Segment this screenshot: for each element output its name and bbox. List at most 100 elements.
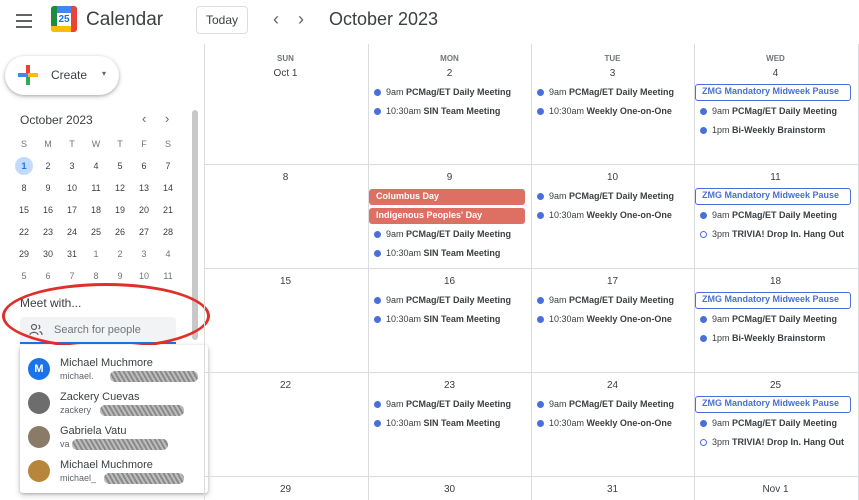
calendar-event[interactable]: 10:30am SIN Team Meeting bbox=[369, 246, 527, 261]
date-number[interactable]: 3 bbox=[531, 68, 694, 79]
date-number[interactable]: 8 bbox=[204, 172, 367, 183]
mini-calendar-day[interactable]: 16 bbox=[36, 199, 60, 221]
next-period-icon[interactable]: › bbox=[291, 8, 311, 30]
calendar-event[interactable]: 9am PCMag/ET Daily Meeting bbox=[532, 397, 690, 412]
all-day-event[interactable]: ZMG Mandatory Midweek Pause bbox=[695, 84, 851, 101]
mini-calendar-day[interactable]: 31 bbox=[60, 243, 84, 265]
person-suggestion[interactable]: Michael Muchmore michael_ bbox=[20, 453, 208, 487]
mini-calendar-day[interactable]: 2 bbox=[108, 243, 132, 265]
calendar-event[interactable]: 10:30am Weekly One-on-One bbox=[532, 416, 690, 431]
mini-calendar-day[interactable]: 18 bbox=[84, 199, 108, 221]
mini-calendar-day[interactable]: 26 bbox=[108, 221, 132, 243]
mini-calendar-day[interactable]: 17 bbox=[60, 199, 84, 221]
date-number[interactable]: 11 bbox=[694, 172, 857, 183]
sidebar-scrollbar[interactable] bbox=[192, 110, 198, 340]
mini-calendar-day[interactable]: 3 bbox=[60, 155, 84, 177]
date-number[interactable]: 9 bbox=[368, 172, 531, 183]
calendar-event[interactable]: 9am PCMag/ET Daily Meeting bbox=[695, 312, 853, 327]
calendar-event[interactable]: 9am PCMag/ET Daily Meeting bbox=[369, 227, 527, 242]
mini-calendar-day[interactable]: 11 bbox=[156, 265, 180, 287]
today-button[interactable]: Today bbox=[196, 6, 248, 34]
calendar-event[interactable]: 3pm TRIVIA! Drop In. Hang Out bbox=[695, 435, 853, 450]
mini-calendar-day[interactable]: 2 bbox=[36, 155, 60, 177]
holiday-event[interactable]: Columbus Day bbox=[369, 189, 525, 205]
mini-calendar-day[interactable]: 5 bbox=[108, 155, 132, 177]
mini-calendar-day[interactable]: 25 bbox=[84, 221, 108, 243]
mini-calendar-day[interactable]: 20 bbox=[132, 199, 156, 221]
mini-calendar-day[interactable]: 23 bbox=[36, 221, 60, 243]
calendar-event[interactable]: 9am PCMag/ET Daily Meeting bbox=[695, 416, 853, 431]
all-day-event[interactable]: ZMG Mandatory Midweek Pause bbox=[695, 396, 851, 413]
mini-calendar-day[interactable]: 5 bbox=[12, 265, 36, 287]
calendar-event[interactable]: 10:30am Weekly One-on-One bbox=[532, 312, 690, 327]
date-number[interactable]: 18 bbox=[694, 276, 857, 287]
mini-prev-month-icon[interactable]: ‹ bbox=[142, 111, 146, 126]
calendar-event[interactable]: 9am PCMag/ET Daily Meeting bbox=[369, 85, 527, 100]
mini-calendar-day[interactable]: 9 bbox=[36, 177, 60, 199]
all-day-event[interactable]: ZMG Mandatory Midweek Pause bbox=[695, 292, 851, 309]
mini-calendar-day[interactable]: 1 bbox=[84, 243, 108, 265]
mini-calendar-day[interactable]: 15 bbox=[12, 199, 36, 221]
date-number[interactable]: Nov 1 bbox=[694, 484, 857, 495]
mini-calendar-day[interactable]: 19 bbox=[108, 199, 132, 221]
calendar-event[interactable]: 9am PCMag/ET Daily Meeting bbox=[695, 104, 853, 119]
date-number[interactable]: 4 bbox=[694, 68, 857, 79]
holiday-event[interactable]: Indigenous Peoples' Day bbox=[369, 208, 525, 224]
date-number[interactable]: 2 bbox=[368, 68, 531, 79]
date-number[interactable]: 10 bbox=[531, 172, 694, 183]
date-number[interactable]: 22 bbox=[204, 380, 367, 391]
calendar-event[interactable]: 3pm TRIVIA! Drop In. Hang Out bbox=[695, 227, 853, 242]
mini-calendar-day[interactable]: 6 bbox=[36, 265, 60, 287]
calendar-event[interactable]: 10:30am SIN Team Meeting bbox=[369, 104, 527, 119]
mini-calendar-day[interactable]: 28 bbox=[156, 221, 180, 243]
date-number[interactable]: 23 bbox=[368, 380, 531, 391]
date-number[interactable]: Oct 1 bbox=[204, 68, 367, 79]
calendar-event[interactable]: 9am PCMag/ET Daily Meeting bbox=[532, 189, 690, 204]
calendar-event[interactable]: 1pm Bi-Weekly Brainstorm bbox=[695, 123, 853, 138]
date-number[interactable]: 25 bbox=[694, 380, 857, 391]
all-day-event[interactable]: ZMG Mandatory Midweek Pause bbox=[695, 188, 851, 205]
date-number[interactable]: 17 bbox=[531, 276, 694, 287]
mini-calendar-day[interactable]: 27 bbox=[132, 221, 156, 243]
calendar-event[interactable]: 9am PCMag/ET Daily Meeting bbox=[369, 293, 527, 308]
calendar-event[interactable]: 9am PCMag/ET Daily Meeting bbox=[695, 208, 853, 223]
mini-calendar-day[interactable]: 14 bbox=[156, 177, 180, 199]
date-number[interactable]: 31 bbox=[531, 484, 694, 495]
calendar-event[interactable]: 10:30am Weekly One-on-One bbox=[532, 208, 690, 223]
mini-calendar-day[interactable]: 21 bbox=[156, 199, 180, 221]
mini-calendar-day[interactable]: 4 bbox=[84, 155, 108, 177]
mini-calendar-day[interactable]: 10 bbox=[132, 265, 156, 287]
search-people-input[interactable]: Search for people bbox=[20, 317, 176, 344]
mini-calendar-day[interactable]: 22 bbox=[12, 221, 36, 243]
mini-calendar-day[interactable]: 13 bbox=[132, 177, 156, 199]
mini-calendar-day[interactable]: 7 bbox=[60, 265, 84, 287]
mini-calendar-day[interactable]: 24 bbox=[60, 221, 84, 243]
previous-period-icon[interactable]: ‹ bbox=[266, 8, 286, 30]
person-suggestion[interactable]: Zackery Cuevas zackery bbox=[20, 385, 208, 419]
mini-calendar-day[interactable]: 10 bbox=[60, 177, 84, 199]
mini-calendar-day[interactable]: 4 bbox=[156, 243, 180, 265]
calendar-event[interactable]: 10:30am SIN Team Meeting bbox=[369, 312, 527, 327]
person-suggestion[interactable]: M Michael Muchmore michael. bbox=[20, 351, 208, 385]
mini-calendar-day[interactable]: 29 bbox=[12, 243, 36, 265]
main-menu-icon[interactable] bbox=[14, 11, 36, 31]
person-suggestion[interactable]: Gabriela Vatu va bbox=[20, 419, 208, 453]
mini-calendar-day[interactable]: 3 bbox=[132, 243, 156, 265]
mini-calendar-day[interactable]: 11 bbox=[84, 177, 108, 199]
calendar-event[interactable]: 9am PCMag/ET Daily Meeting bbox=[532, 85, 690, 100]
create-button[interactable]: Create ▾ bbox=[5, 56, 119, 95]
mini-next-month-icon[interactable]: › bbox=[165, 111, 169, 126]
mini-calendar-day[interactable]: 1 bbox=[12, 155, 36, 177]
mini-calendar-day[interactable]: 9 bbox=[108, 265, 132, 287]
mini-calendar-day[interactable]: 12 bbox=[108, 177, 132, 199]
calendar-event[interactable]: 9am PCMag/ET Daily Meeting bbox=[532, 293, 690, 308]
mini-calendar-day[interactable]: 8 bbox=[12, 177, 36, 199]
mini-calendar-day[interactable]: 6 bbox=[132, 155, 156, 177]
mini-calendar-day[interactable]: 8 bbox=[84, 265, 108, 287]
date-number[interactable]: 29 bbox=[204, 484, 367, 495]
date-number[interactable]: 24 bbox=[531, 380, 694, 391]
date-number[interactable]: 15 bbox=[204, 276, 367, 287]
date-number[interactable]: 30 bbox=[368, 484, 531, 495]
mini-calendar-day[interactable]: 30 bbox=[36, 243, 60, 265]
calendar-event[interactable]: 10:30am SIN Team Meeting bbox=[369, 416, 527, 431]
